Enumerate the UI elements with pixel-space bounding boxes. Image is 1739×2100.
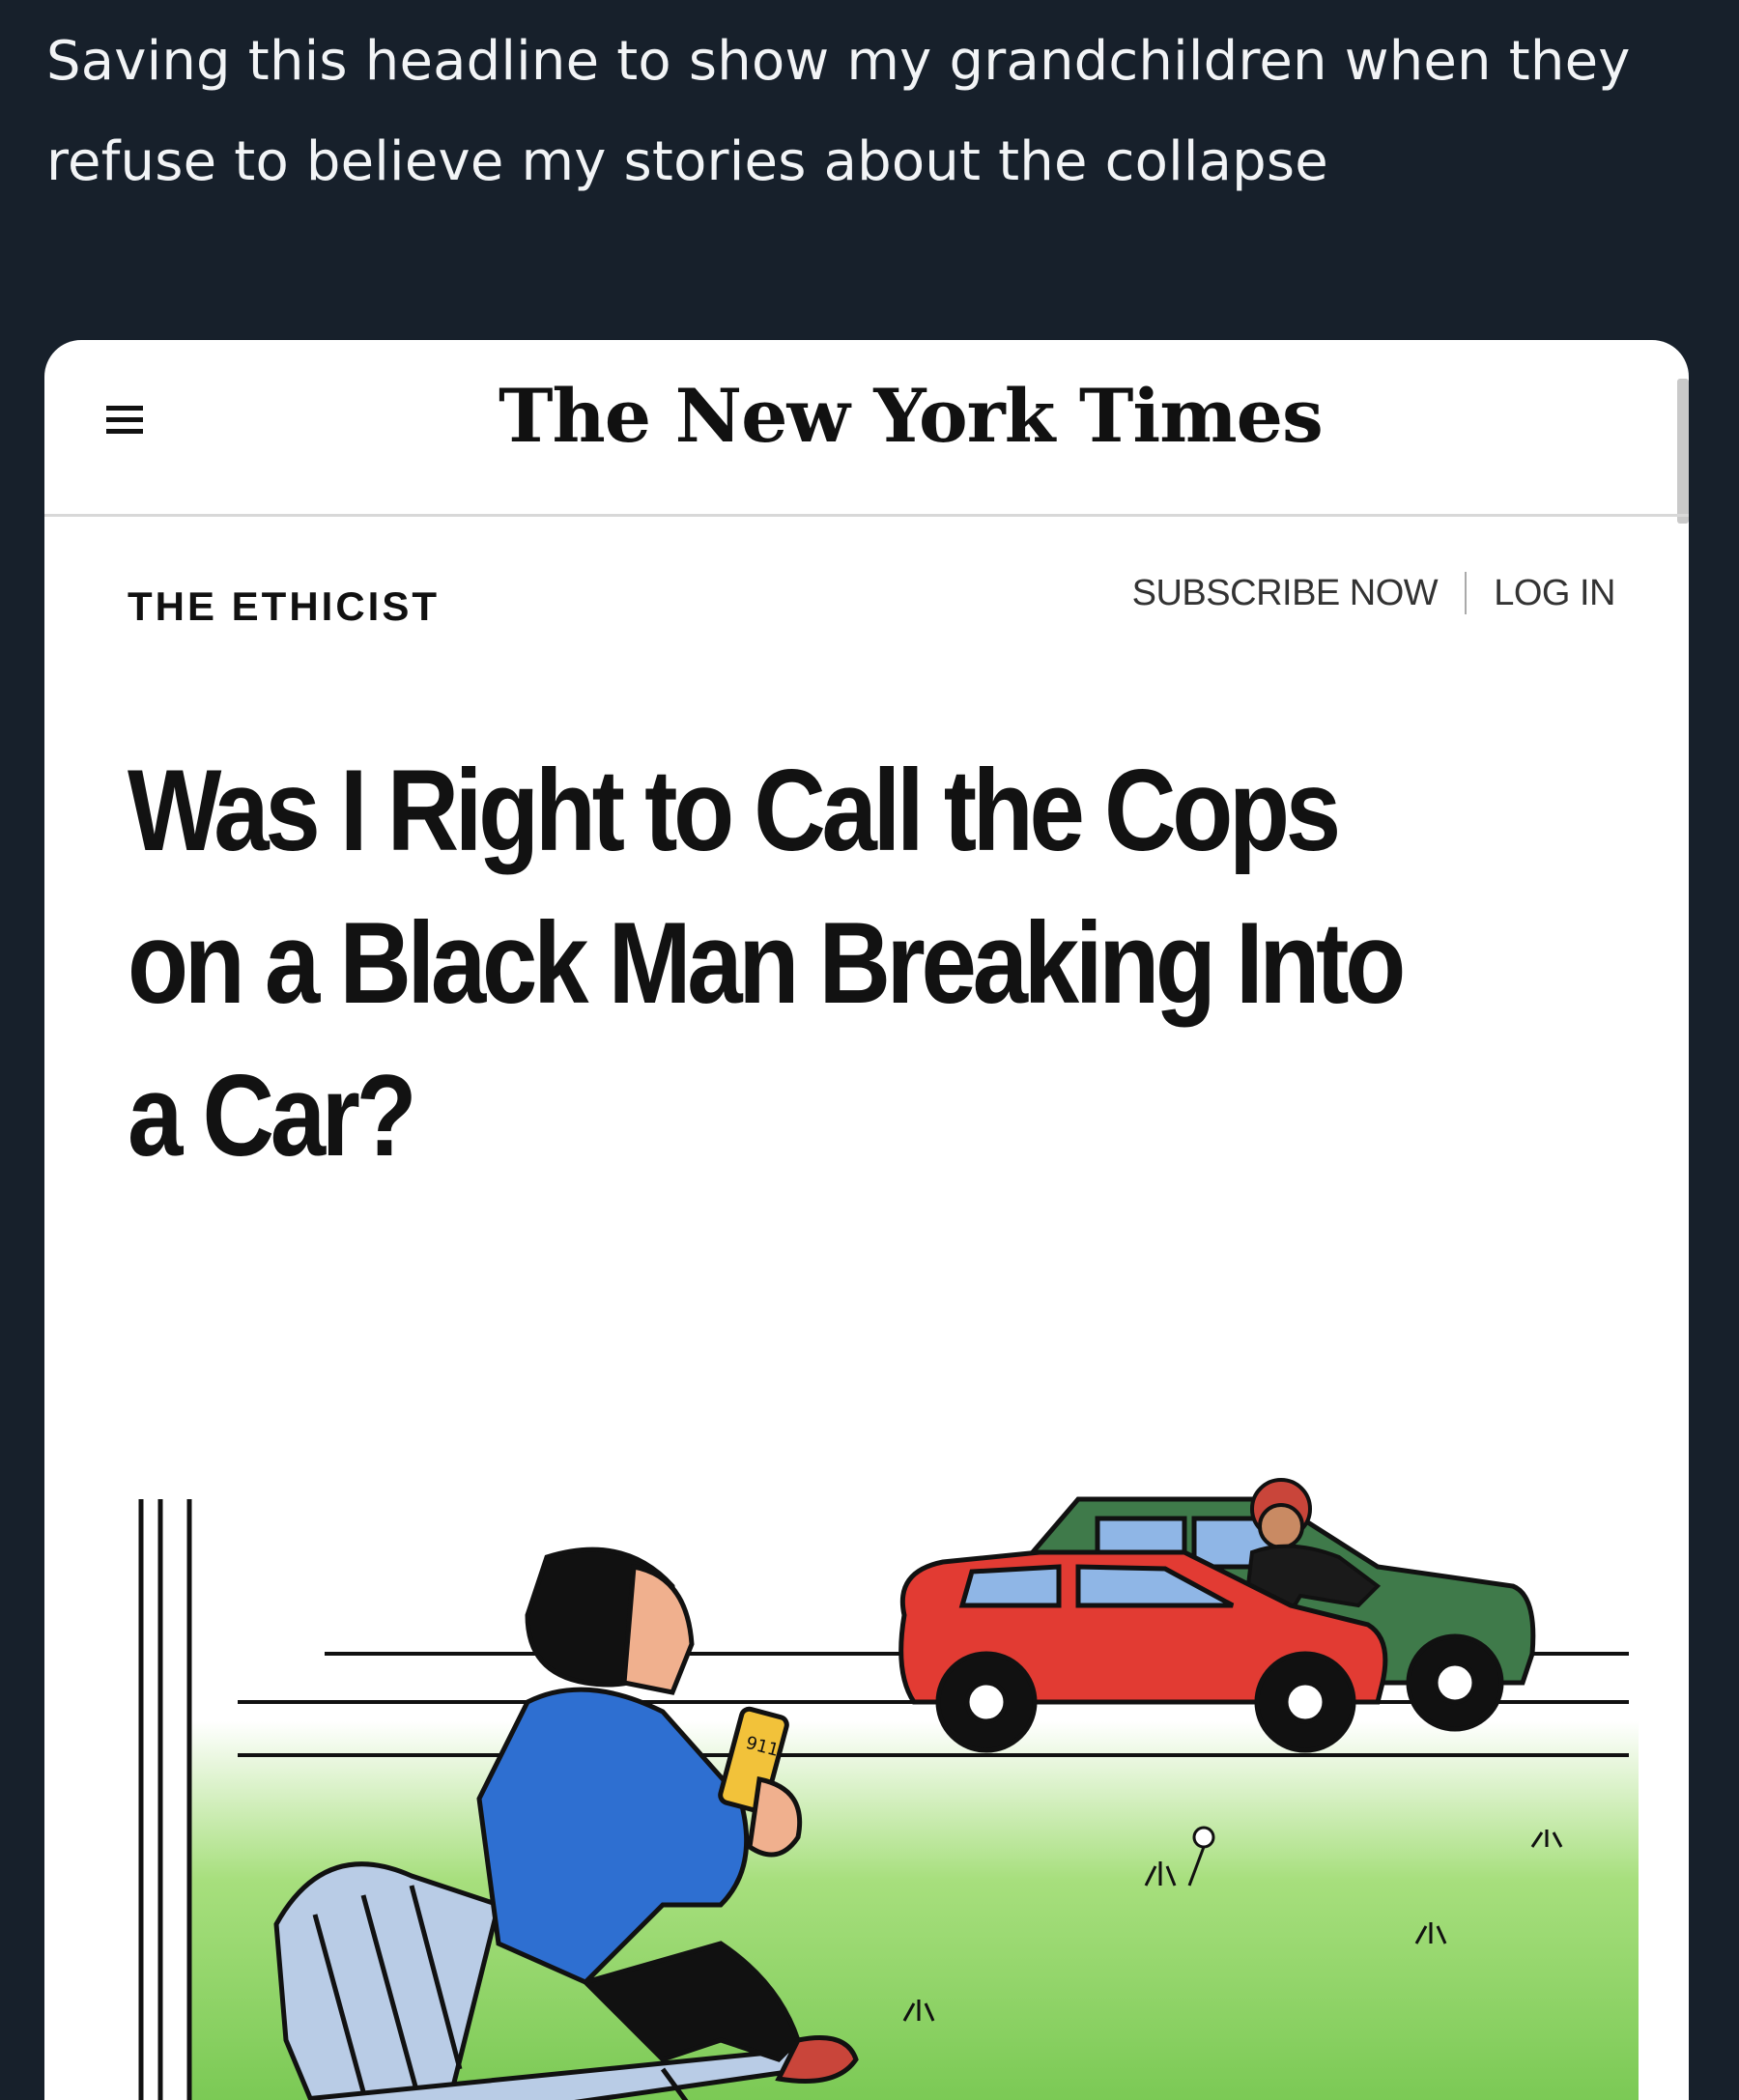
subscribe-link[interactable]: SUBSCRIBE NOW <box>1132 573 1439 614</box>
article-illustration: 911 <box>138 1478 1639 2100</box>
masthead-logo[interactable]: The New York Times <box>499 373 1324 459</box>
article-headline: Was I Right to Call the Cops on a Black … <box>128 746 1406 1180</box>
account-links: SUBSCRIBE NOW LOG IN <box>1132 572 1615 614</box>
tweet-text: Saving this headline to show my grandchi… <box>46 30 1631 193</box>
article-card[interactable]: The New York Times THE ETHICIST SUBSCRIB… <box>44 340 1689 2100</box>
hamburger-menu-icon[interactable] <box>106 406 143 439</box>
nyt-header: The New York Times <box>44 340 1689 517</box>
porch-post <box>138 1499 192 2100</box>
section-label[interactable]: THE ETHICIST <box>128 583 440 630</box>
divider <box>1465 572 1468 614</box>
login-link[interactable]: LOG IN <box>1494 573 1615 614</box>
